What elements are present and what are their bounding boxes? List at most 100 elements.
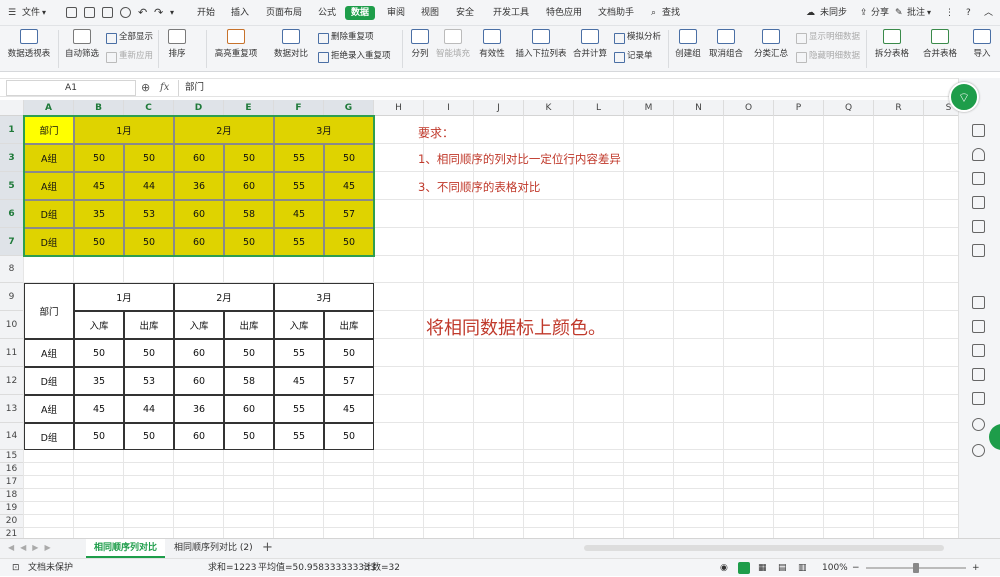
table2-value-cell[interactable]: 60 bbox=[174, 367, 224, 395]
row-header-15[interactable]: 15 bbox=[0, 450, 24, 463]
column-header-A[interactable]: A bbox=[24, 100, 74, 116]
column-header-P[interactable]: P bbox=[774, 100, 824, 116]
column-header-L[interactable]: L bbox=[574, 100, 624, 116]
tab-page-layout[interactable]: 页面布局 bbox=[266, 0, 302, 26]
sync-status[interactable]: 未同步 bbox=[820, 0, 847, 26]
redo-icon[interactable]: ↷ bbox=[154, 0, 163, 26]
chevron-down-icon[interactable]: ▾ bbox=[42, 0, 46, 26]
wifi-icon[interactable]: ⌔ bbox=[949, 82, 979, 112]
file-menu[interactable]: 文件 bbox=[22, 0, 40, 26]
copy-icon[interactable] bbox=[972, 296, 985, 309]
tab-home[interactable]: 开始 bbox=[197, 0, 215, 26]
subtotal-button[interactable]: 分类汇总 bbox=[752, 26, 790, 59]
simulate-analysis-button[interactable]: 模拟分析 bbox=[614, 31, 661, 44]
table2-subheader[interactable]: 出库 bbox=[324, 311, 374, 339]
row-header-7[interactable]: 7 bbox=[0, 228, 24, 256]
column-header-G[interactable]: G bbox=[324, 100, 374, 116]
table2-value-cell[interactable]: 35 bbox=[74, 367, 124, 395]
column-header-O[interactable]: O bbox=[724, 100, 774, 116]
compare-button[interactable]: 数据对比 bbox=[268, 26, 314, 59]
pivot-table-button[interactable]: 数据透视表 bbox=[6, 26, 52, 59]
tab-developer[interactable]: 开发工具 bbox=[493, 0, 529, 26]
protect-status[interactable]: 文档未保护 bbox=[28, 559, 73, 577]
table2-subheader[interactable]: 入库 bbox=[274, 311, 324, 339]
sheet-nav-arrows-icon[interactable]: ◀◀▶▶ bbox=[8, 543, 57, 552]
cloud-sync-icon[interactable]: ☁ bbox=[806, 0, 815, 26]
column-header-B[interactable]: B bbox=[74, 100, 124, 116]
validity-button[interactable]: 有效性 bbox=[474, 26, 510, 59]
eye-icon[interactable]: ◉ bbox=[720, 559, 728, 577]
horizontal-scrollbar[interactable] bbox=[584, 545, 944, 551]
share-button[interactable]: 分享 bbox=[871, 0, 889, 26]
sheet-tab-2[interactable]: 相同顺序列对比 (2) bbox=[166, 539, 261, 558]
tab-formula[interactable]: 公式 bbox=[318, 0, 336, 26]
zoom-icon[interactable]: ⊕ bbox=[141, 81, 150, 94]
row-header-5[interactable]: 5 bbox=[0, 172, 24, 200]
row-header-11[interactable]: 11 bbox=[0, 339, 24, 367]
document-icon[interactable] bbox=[972, 392, 985, 405]
row-header-3[interactable]: 3 bbox=[0, 144, 24, 172]
column-header-K[interactable]: K bbox=[524, 100, 574, 116]
tab-review[interactable]: 审阅 bbox=[387, 0, 405, 26]
table2-value-cell[interactable]: 55 bbox=[274, 423, 324, 450]
print-icon[interactable] bbox=[102, 7, 113, 18]
table2-value-cell[interactable]: 50 bbox=[124, 339, 174, 367]
highlight-duplicates-button[interactable]: 高亮重复项 bbox=[210, 26, 262, 59]
table2-value-cell[interactable]: 55 bbox=[274, 395, 324, 423]
table2-value-cell[interactable]: 50 bbox=[74, 423, 124, 450]
split-table-button[interactable]: 拆分表格 bbox=[870, 26, 914, 59]
column-header-H[interactable]: H bbox=[374, 100, 424, 116]
table2-dept-cell[interactable]: D组 bbox=[24, 423, 74, 450]
row-header-17[interactable]: 17 bbox=[0, 476, 24, 489]
select-icon[interactable] bbox=[972, 124, 985, 137]
table2-dept-cell[interactable]: D组 bbox=[24, 367, 74, 395]
row-header-19[interactable]: 19 bbox=[0, 502, 24, 515]
table2-subheader[interactable]: 入库 bbox=[174, 311, 224, 339]
zoom-level[interactable]: 100% bbox=[822, 559, 848, 577]
collapse-ribbon-icon[interactable]: ︿ bbox=[984, 0, 993, 26]
pdf-icon[interactable] bbox=[84, 7, 95, 18]
table2-value-cell[interactable]: 44 bbox=[124, 395, 174, 423]
table2-value-cell[interactable]: 58 bbox=[224, 367, 274, 395]
insert-dropdown-button[interactable]: 插入下拉列表 bbox=[514, 26, 568, 59]
badge-icon[interactable] bbox=[989, 424, 1000, 450]
search-button[interactable]: 查找 bbox=[662, 0, 680, 26]
column-header-E[interactable]: E bbox=[224, 100, 274, 116]
zoom-slider-handle[interactable] bbox=[913, 563, 919, 573]
merge-table-button[interactable]: 合并表格 bbox=[918, 26, 962, 59]
smart-fill-button[interactable]: 智能填充 bbox=[434, 26, 472, 59]
column-header-I[interactable]: I bbox=[424, 100, 474, 116]
reapply-button[interactable]: 重新应用 bbox=[106, 50, 153, 63]
table2-value-cell[interactable]: 60 bbox=[224, 395, 274, 423]
formula-input[interactable]: 部门 bbox=[178, 80, 956, 96]
column-header-F[interactable]: F bbox=[274, 100, 324, 116]
table2-dept-cell[interactable]: A组 bbox=[24, 339, 74, 367]
table-icon[interactable] bbox=[972, 172, 985, 185]
import-button[interactable]: 导入 bbox=[966, 26, 998, 59]
archive-icon[interactable] bbox=[972, 344, 985, 357]
zoom-in-icon[interactable]: + bbox=[972, 559, 980, 577]
row-header-8[interactable]: 8 bbox=[0, 256, 24, 283]
hide-detail-button[interactable]: 隐藏明细数据 bbox=[796, 50, 860, 63]
split-column-button[interactable]: 分列 bbox=[406, 26, 434, 59]
zoom-out-icon[interactable]: − bbox=[852, 559, 860, 577]
sort-button[interactable]: 排序 bbox=[162, 26, 192, 59]
table2-value-cell[interactable]: 45 bbox=[274, 367, 324, 395]
row-header-14[interactable]: 14 bbox=[0, 423, 24, 450]
show-all-button[interactable]: 全部显示 bbox=[106, 31, 153, 44]
table2-value-cell[interactable]: 60 bbox=[174, 339, 224, 367]
row-header-10[interactable]: 10 bbox=[0, 311, 24, 339]
name-box[interactable]: A1 bbox=[6, 80, 136, 96]
chart-icon[interactable] bbox=[972, 196, 985, 209]
tab-view[interactable]: 视图 bbox=[421, 0, 439, 26]
table2-value-cell[interactable]: 50 bbox=[324, 339, 374, 367]
row-header-9[interactable]: 9 bbox=[0, 283, 24, 311]
table2-subheader[interactable]: 出库 bbox=[224, 311, 274, 339]
reading-icon[interactable]: ▥ bbox=[798, 559, 807, 577]
magic-icon[interactable] bbox=[972, 244, 985, 257]
row-header-13[interactable]: 13 bbox=[0, 395, 24, 423]
table2-header-month[interactable]: 3月 bbox=[274, 283, 374, 311]
column-header-C[interactable]: C bbox=[124, 100, 174, 116]
style-icon[interactable] bbox=[972, 148, 985, 161]
column-header-J[interactable]: J bbox=[474, 100, 524, 116]
